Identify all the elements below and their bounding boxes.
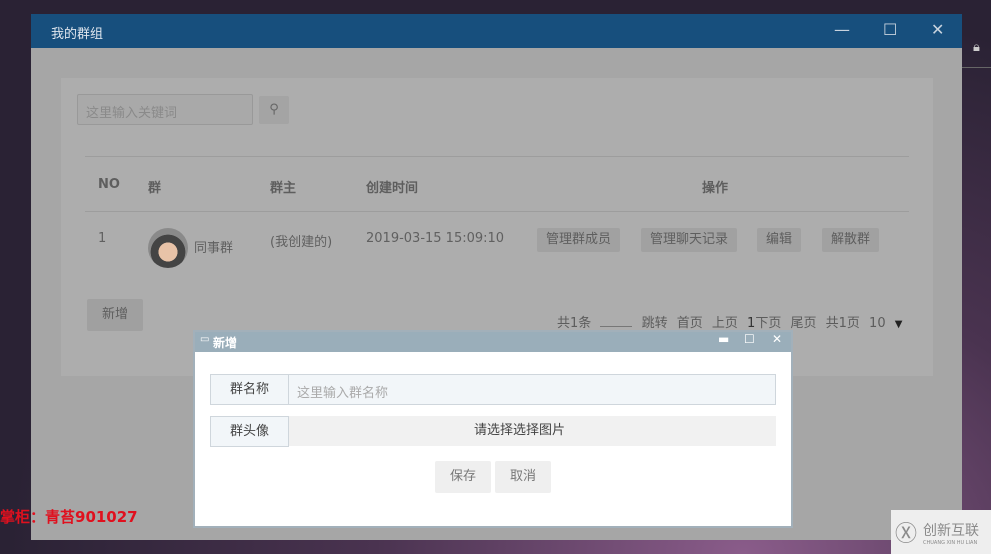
logo-subtext: CHUANG XIN HU LIAN <box>923 540 978 546</box>
caret-down-icon: ▼ <box>894 319 903 330</box>
dialog-title: 新增 <box>213 336 238 350</box>
save-button[interactable]: 保存 <box>435 461 491 493</box>
search-icon: ⚲ <box>269 102 279 117</box>
form-icon: ▭ <box>200 334 210 345</box>
edit-button[interactable]: 编辑 <box>757 228 802 252</box>
header-group: 群 <box>148 181 162 196</box>
watermark-text: 掌柜：青苔901027 <box>0 508 138 526</box>
minimize-button[interactable]: — <box>834 20 850 39</box>
first-page-link[interactable]: 首页 <box>677 316 703 331</box>
search-button[interactable]: ⚲ <box>259 96 289 124</box>
group-name-input[interactable]: 这里输入群名称 <box>289 374 776 405</box>
group-avatar-label: 群头像 <box>210 416 289 447</box>
header-owner: 群主 <box>270 181 297 196</box>
lock-icon: 🔒︎ <box>962 40 991 68</box>
brand-logo: Ⓧ 创新互联 CHUANG XIN HU LIAN <box>891 510 991 554</box>
manage-members-button[interactable]: 管理群成员 <box>537 228 621 252</box>
add-group-dialog: ▭ 新增 ▬ ☐ ✕ 群名称 这里输入群名称 群头像 请选择选择图片 保存 取消 <box>193 330 793 528</box>
logo-text: 创新互联 <box>923 523 979 539</box>
header-no: NO <box>98 177 120 192</box>
divider <box>85 211 909 212</box>
title-bar: 我的群组 — ☐ ✕ <box>31 14 962 48</box>
jump-page-input[interactable] <box>600 326 633 327</box>
created-time: 2019-03-15 15:09:10 <box>366 231 505 246</box>
group-avatar <box>148 228 188 268</box>
cancel-button[interactable]: 取消 <box>495 461 551 493</box>
select-image-button[interactable]: 请选择选择图片 <box>289 416 776 446</box>
logo-mark-icon: Ⓧ <box>895 522 918 547</box>
page-size-select[interactable]: 10 ▼ <box>869 316 907 331</box>
pagination: 共1条 跳转 首页 上页 1下页 尾页 共1页 10 ▼ <box>557 312 912 331</box>
total-count: 共1条 <box>557 316 592 331</box>
page-size-value: 10 <box>869 316 886 331</box>
dialog-close-button[interactable]: ✕ <box>772 332 782 346</box>
dialog-minimize-button[interactable]: ▬ <box>718 332 729 346</box>
group-owner: (我创建的) <box>270 235 333 250</box>
add-button[interactable]: 新增 <box>87 299 143 331</box>
close-button[interactable]: ✕ <box>931 20 944 39</box>
row-no: 1 <box>98 231 107 246</box>
last-page-link[interactable]: 尾页 <box>790 316 816 331</box>
window-title: 我的群组 <box>51 27 104 42</box>
search-input[interactable]: 这里输入关键词 <box>77 94 253 125</box>
prev-page-link[interactable]: 上页 <box>712 316 738 331</box>
next-page-link[interactable]: 下页 <box>755 316 781 331</box>
dissolve-group-button[interactable]: 解散群 <box>822 228 880 252</box>
header-created: 创建时间 <box>366 181 419 196</box>
maximize-button[interactable]: ☐ <box>883 20 897 39</box>
group-name-label: 群名称 <box>210 374 289 405</box>
jump-button[interactable]: 跳转 <box>642 316 668 331</box>
total-pages: 共1页 <box>825 316 860 331</box>
header-actions: 操作 <box>702 181 729 196</box>
dialog-maximize-button[interactable]: ☐ <box>744 332 755 346</box>
group-name: 同事群 <box>194 241 234 256</box>
divider <box>85 156 909 157</box>
dialog-title-bar: ▭ 新增 ▬ ☐ ✕ <box>195 332 791 352</box>
manage-chat-history-button[interactable]: 管理聊天记录 <box>641 228 738 252</box>
